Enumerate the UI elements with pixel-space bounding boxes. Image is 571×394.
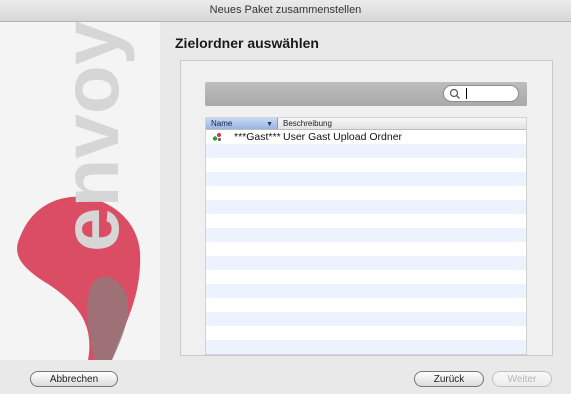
empty-row — [206, 298, 526, 312]
column-header-description[interactable]: Beschreibung — [278, 118, 526, 129]
empty-row — [206, 214, 526, 228]
empty-row — [206, 326, 526, 340]
empty-row — [206, 228, 526, 242]
table-header: Name ▼ Beschreibung — [206, 118, 526, 130]
next-button[interactable]: Weiter — [492, 371, 552, 387]
logo-wordmark: envoy — [46, 22, 135, 252]
column-header-name[interactable]: Name ▼ — [206, 118, 278, 129]
back-button[interactable]: Zurück — [414, 371, 484, 387]
column-header-name-label: Name — [211, 119, 233, 128]
cancel-button[interactable]: Abbrechen — [30, 371, 118, 387]
cell-name: ***Gast*** — [234, 131, 281, 143]
empty-row — [206, 270, 526, 284]
empty-row — [206, 284, 526, 298]
empty-row — [206, 242, 526, 256]
empty-row — [206, 200, 526, 214]
search-input[interactable] — [443, 85, 519, 102]
empty-row — [206, 158, 526, 172]
empty-row — [206, 312, 526, 326]
empty-row — [206, 144, 526, 158]
table-rows: ***Gast*** User Gast Upload Ordner — [206, 130, 526, 354]
empty-row — [206, 340, 526, 354]
empty-row — [206, 186, 526, 200]
page-title: Zielordner auswählen — [175, 35, 319, 51]
empty-row — [206, 256, 526, 270]
table-toolbar — [205, 82, 527, 106]
search-icon — [449, 88, 460, 99]
text-caret — [466, 88, 467, 99]
envoy-logo: envoy — [17, 22, 141, 360]
shared-folder-icon — [212, 133, 222, 142]
cell-description: User Gast Upload Ordner — [283, 131, 403, 143]
column-header-description-label: Beschreibung — [283, 119, 332, 128]
window-title: Neues Paket zusammenstellen — [209, 4, 362, 16]
sort-descending-icon: ▼ — [266, 121, 273, 128]
brand-sidebar: envoy — [0, 22, 160, 360]
empty-row — [206, 172, 526, 186]
table-row[interactable]: ***Gast*** User Gast Upload Ordner — [206, 130, 526, 144]
folder-table: Name ▼ Beschreibung ***Gast*** User Gast… — [205, 117, 527, 355]
window-titlebar: Neues Paket zusammenstellen — [0, 0, 571, 22]
